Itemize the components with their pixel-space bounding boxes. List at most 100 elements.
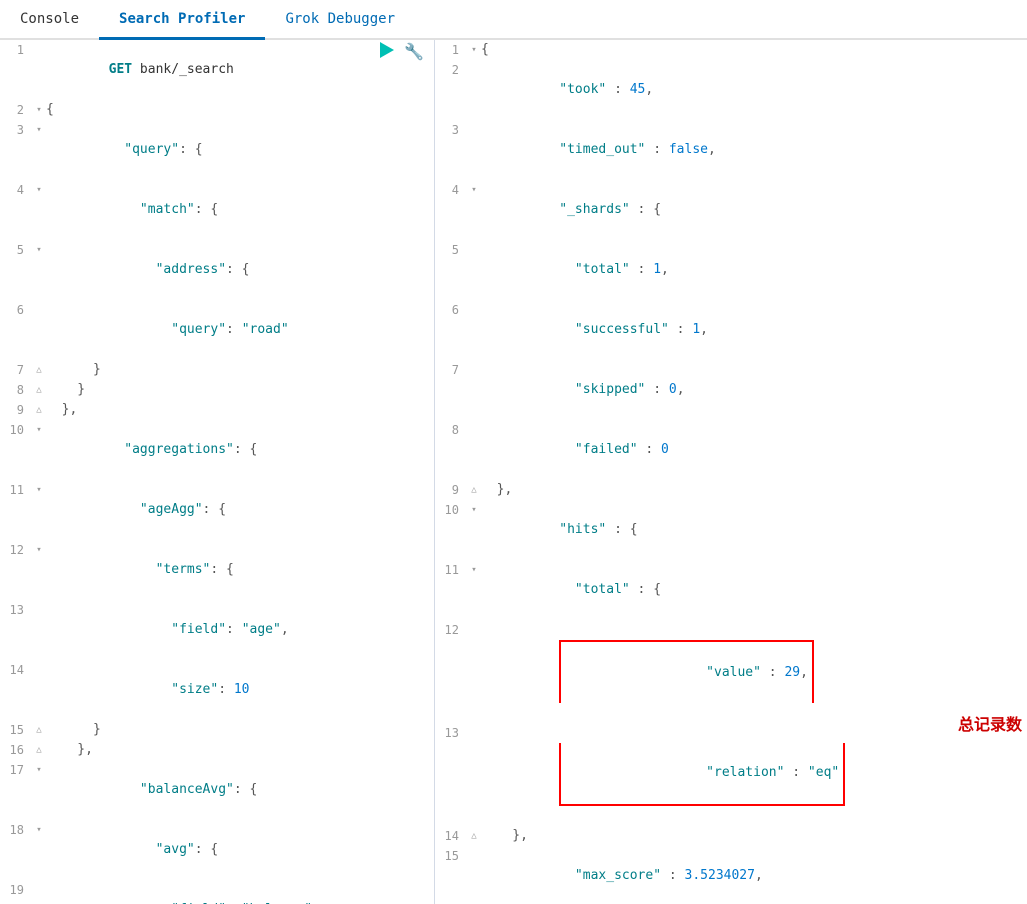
line-number: 1 (439, 40, 467, 60)
line-number: 8 (439, 420, 467, 440)
code-line-3: 3 ▾ "query": { (0, 120, 434, 180)
line-number: 8 (4, 380, 32, 400)
line-content: "avg": { (46, 820, 430, 880)
code-line-9: 9 △ }, (0, 400, 434, 420)
code-line-16: 16 △ }, (0, 740, 434, 760)
console-tab-label: Console (20, 11, 79, 27)
line-number: 12 (4, 540, 32, 560)
line-toggle[interactable]: △ (32, 380, 46, 400)
line-number: 19 (4, 880, 32, 900)
line-number: 2 (4, 100, 32, 120)
line-toggle[interactable]: ▾ (32, 760, 46, 780)
r-code-line-9: 9 △ }, (435, 480, 1027, 500)
line-toggle[interactable]: ▾ (467, 560, 481, 580)
line-number: 15 (4, 720, 32, 740)
line-number: 11 (4, 480, 32, 500)
line-toggle[interactable]: ▾ (32, 120, 46, 140)
line-content: { (481, 40, 1023, 60)
line-toggle[interactable]: △ (467, 826, 481, 846)
code-line-17: 17 ▾ "balanceAvg": { (0, 760, 434, 820)
line-content: "query": "road" (46, 300, 430, 360)
wrench-button[interactable]: 🔧 (398, 40, 430, 64)
tab-grok-debugger[interactable]: Grok Debugger (265, 0, 415, 40)
line-toggle[interactable]: ▾ (467, 500, 481, 520)
line-number: 15 (439, 846, 467, 866)
line-toggle[interactable]: △ (32, 400, 46, 420)
r-code-line-12: 12 "value" : 29, (435, 620, 1027, 723)
line-content: }, (46, 400, 430, 420)
grok-debugger-tab-label: Grok Debugger (285, 11, 395, 27)
line-toggle[interactable]: ▾ (32, 100, 46, 120)
line-toggle[interactable]: ▾ (32, 820, 46, 840)
code-line-10: 10 ▾ "aggregations": { (0, 420, 434, 480)
run-button[interactable] (376, 40, 398, 63)
line-number: 6 (4, 300, 32, 320)
line-number: 9 (439, 480, 467, 500)
code-line-7: 7 △ } (0, 360, 434, 380)
r-code-line-13: 13 "relation" : "eq" (435, 723, 1027, 826)
line-content: "query": { (46, 120, 430, 180)
code-line-5: 5 ▾ "address": { (0, 240, 434, 300)
line-toggle[interactable]: ▾ (32, 240, 46, 260)
line-number: 2 (439, 60, 467, 80)
line-content: "terms": { (46, 540, 430, 600)
code-line-15: 15 △ } (0, 720, 434, 740)
tab-console[interactable]: Console (0, 0, 99, 40)
tab-search-profiler[interactable]: Search Profiler (99, 0, 265, 40)
total-value-group: 12 "value" : 29, 13 "relation" : "eq" (435, 620, 1027, 826)
line-content: }, (481, 480, 1023, 500)
line-content: "relation" : "eq" (481, 723, 1023, 826)
line-toggle[interactable]: △ (32, 720, 46, 740)
line-toggle[interactable]: △ (467, 480, 481, 500)
line-toggle[interactable]: ▾ (467, 40, 481, 60)
line-content: } (46, 720, 430, 740)
line-number: 5 (4, 240, 32, 260)
line-number: 17 (4, 760, 32, 780)
line-number: 9 (4, 400, 32, 420)
line-toggle[interactable]: ▾ (467, 180, 481, 200)
line-number: 13 (439, 723, 467, 743)
r-code-line-7: 7 "skipped" : 0, (435, 360, 1027, 420)
r-code-line-14: 14 △ }, (435, 826, 1027, 846)
main-container: 1 GET bank/_search 🔧 2 ▾ { 3 ▾ "query": … (0, 40, 1027, 904)
line-number: 1 (4, 40, 32, 60)
wrench-icon: 🔧 (404, 44, 424, 61)
code-line-4: 4 ▾ "match": { (0, 180, 434, 240)
line-content: "total" : { (481, 560, 1023, 620)
r-code-line-11: 11 ▾ "total" : { (435, 560, 1027, 620)
left-editor-panel[interactable]: 1 GET bank/_search 🔧 2 ▾ { 3 ▾ "query": … (0, 40, 435, 904)
line-content: "ageAgg": { (46, 480, 430, 540)
line-content: "size": 10 (46, 660, 430, 720)
line-toggle[interactable]: △ (32, 360, 46, 380)
line-content: { (46, 100, 430, 120)
line-content: "field": "balance" (46, 880, 430, 904)
line-content: "max_score" : 3.5234027, (481, 846, 1023, 904)
r-code-line-2: 2 "took" : 45, (435, 60, 1027, 120)
line-number: 13 (4, 600, 32, 620)
line-toggle[interactable]: ▾ (32, 480, 46, 500)
r-code-line-3: 3 "timed_out" : false, (435, 120, 1027, 180)
r-code-line-1: 1 ▾ { (435, 40, 1027, 60)
r-code-line-4: 4 ▾ "_shards" : { (435, 180, 1027, 240)
line-content: } (46, 380, 430, 400)
line-content: }, (481, 826, 1023, 846)
code-line-1: 1 GET bank/_search 🔧 (0, 40, 434, 100)
code-line-8: 8 △ } (0, 380, 434, 400)
line-number: 14 (4, 660, 32, 680)
line-content: "took" : 45, (481, 60, 1023, 120)
line-content: "failed" : 0 (481, 420, 1023, 480)
line-toggle[interactable]: ▾ (32, 420, 46, 440)
code-line-6: 6 "query": "road" (0, 300, 434, 360)
line-number: 12 (439, 620, 467, 640)
line-content: "value" : 29, (481, 620, 1023, 723)
line-toggle[interactable]: △ (32, 740, 46, 760)
line-toggle[interactable]: ▾ (32, 540, 46, 560)
code-line-19: 19 "field": "balance" (0, 880, 434, 904)
line-toggle[interactable]: ▾ (32, 180, 46, 200)
code-line-12: 12 ▾ "terms": { (0, 540, 434, 600)
line-content: "field": "age", (46, 600, 430, 660)
line-number: 10 (4, 420, 32, 440)
line-number: 7 (4, 360, 32, 380)
line-content: "hits" : { (481, 500, 1023, 560)
right-output-panel[interactable]: 1 ▾ { 2 "took" : 45, 3 "timed_out" : fal… (435, 40, 1027, 904)
